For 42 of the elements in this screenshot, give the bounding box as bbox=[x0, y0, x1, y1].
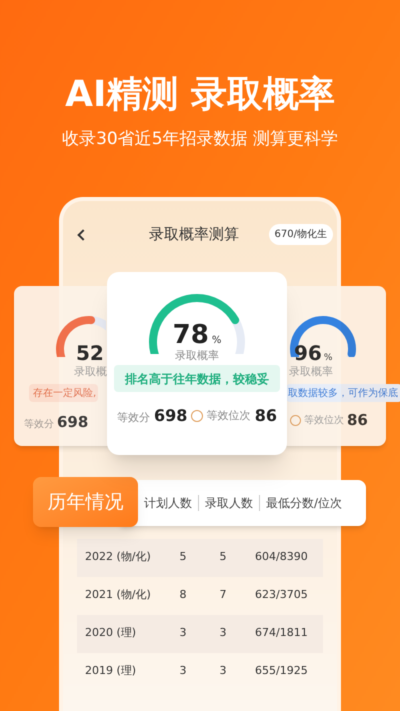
probability-value: 78 bbox=[172, 322, 209, 348]
table-cell-text: 3 bbox=[218, 625, 228, 642]
table-cell-text: 2020 (理) bbox=[84, 625, 138, 642]
table-cell-text: 604/8390 bbox=[254, 549, 308, 566]
assessment-note: 取数据较多，可作为保底 bbox=[286, 384, 400, 402]
table-cell-text: 7 bbox=[218, 587, 228, 604]
stat-value: 698 bbox=[57, 412, 88, 433]
column-header: 计划人数 bbox=[144, 495, 192, 512]
table-cell-text: 5 bbox=[178, 549, 188, 566]
table-cell-text: 5 bbox=[218, 549, 228, 566]
probability-label: 录取概率 bbox=[174, 348, 220, 364]
table-cell-text: 2019 (理) bbox=[84, 663, 138, 680]
table-cell-text: 3 bbox=[178, 663, 188, 680]
screen-title: 录取概率测算 bbox=[149, 224, 239, 246]
percent-sign: % bbox=[212, 334, 222, 348]
probability-label: 录取概 bbox=[74, 364, 107, 380]
probability-label: 录取概率 bbox=[289, 364, 333, 380]
stat-value: 698 bbox=[154, 405, 188, 427]
table-cell-text: 3 bbox=[218, 663, 228, 680]
probability-value: 96 bbox=[294, 340, 322, 366]
stat-label: 等效位次 bbox=[206, 408, 251, 424]
stat-label: 等效分 bbox=[24, 418, 54, 432]
table-cell-text: 655/1925 bbox=[254, 663, 308, 680]
table-cell-text: 2021 (物/化) bbox=[84, 587, 152, 604]
percent-sign: % bbox=[324, 352, 332, 365]
table-cell-text: 623/3705 bbox=[254, 587, 308, 604]
table-cell-text: 3 bbox=[178, 625, 188, 642]
stat-label: 等效位次 bbox=[304, 414, 344, 428]
stat-value: 86 bbox=[254, 405, 277, 427]
assessment-note: 存在一定风险, bbox=[29, 384, 98, 402]
column-header: 最低分数/位次 bbox=[266, 495, 342, 512]
probability-value: 52 bbox=[76, 340, 104, 366]
table-cell-text: 8 bbox=[178, 587, 188, 604]
assessment-note: 排名高于往年数据，较稳妥 bbox=[114, 365, 280, 392]
subtitle: 收录30省近5年招录数据 测算更科学 bbox=[62, 128, 338, 151]
column-header: 录取人数 bbox=[205, 495, 253, 512]
table-cell-text: 674/1811 bbox=[254, 625, 308, 642]
stat-label: 等效分 bbox=[117, 410, 150, 426]
stat-value: 86 bbox=[347, 410, 368, 431]
table-cell-text: 2022 (物/化) bbox=[84, 549, 152, 566]
headline: AI精测 录取概率 bbox=[65, 73, 335, 117]
score-badge[interactable]: 670/物化生 bbox=[268, 224, 333, 245]
